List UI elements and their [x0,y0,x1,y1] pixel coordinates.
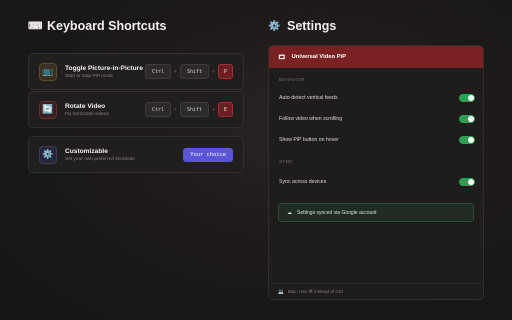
shortcuts-title-text: Keyboard Shortcuts [47,19,167,33]
cloud-icon: ☁ [287,209,292,216]
behavior-group-label: BEHAVIOR [279,77,305,82]
pip-window-icon: 🎞 [278,54,286,61]
panel-footer: 💻 Mac: Use ⌘ instead of Ctrl [269,283,483,299]
setting-row-follow: Follow video when scrolling [279,114,475,124]
setting-label: Follow video when scrolling [279,116,343,122]
key-shift: Shift [180,102,210,117]
setting-row-hover-button: Show PiP button on hover [279,135,475,145]
key-combo: Ctrl + Shift + E [145,102,233,117]
settings-section: ⚙️ Settings 🎞 Universal Video PiP BEHAVI… [268,18,484,300]
sync-status-banner: ☁ Settings synced via Google account [278,203,474,222]
sync-toggle[interactable] [459,178,475,186]
shortcut-subtitle: Fix horizontal videos [65,111,109,117]
rotate-icon: 🔄 [39,100,57,119]
shortcut-card-rotate: 🔄 Rotate Video Fix horizontal videos Ctr… [28,91,244,128]
shortcut-subtitle: Set your own preferred shortcuts [65,156,135,162]
shortcut-title: Rotate Video [65,102,106,110]
key-e: E [217,102,233,117]
settings-title-text: Settings [287,19,337,33]
auto-detect-toggle[interactable] [459,94,475,102]
plus-sign: + [212,106,215,113]
panel-header: 🎞 Universal Video PiP [269,46,483,68]
laptop-icon: 💻 [278,288,284,294]
setting-label: Show PiP button on hover [279,137,339,143]
key-ctrl: Ctrl [145,64,172,79]
shortcut-card-custom: ⚙️ Customizable Set your own preferred s… [28,136,244,173]
setting-label: Sync across devices [279,179,327,185]
keyboard-icon: ⌨ [28,20,43,32]
shortcut-subtitle: Start or stop PiP mode [65,73,114,79]
setting-label: Auto-detect vertical feeds [279,95,338,101]
gear-icon: ⚙️ [39,145,57,164]
tv-icon: 📺 [39,62,57,81]
gear-icon: ⚙️ [268,20,281,32]
key-p: P [217,64,233,79]
key-combo: Ctrl + Shift + P [145,64,233,79]
key-ctrl: Ctrl [145,102,172,117]
sync-group-label: SYNC [279,159,293,164]
settings-title: ⚙️ Settings [268,18,484,34]
hover-button-toggle[interactable] [459,136,475,144]
shortcuts-section: ⌨ Keyboard Shortcuts 📺 Toggle Picture-in… [28,18,244,173]
sync-status-text: Settings synced via Google account [297,209,377,216]
your-choice-button[interactable]: Your choice [183,147,233,162]
shortcut-title: Toggle Picture-in-Picture [65,64,143,72]
follow-scroll-toggle[interactable] [459,115,475,123]
plus-sign: + [212,68,215,75]
setting-row-auto-detect: Auto-detect vertical feeds [279,93,475,103]
plus-sign: + [174,106,177,113]
shortcut-card-pip: 📺 Toggle Picture-in-Picture Start or sto… [28,53,244,90]
footer-text: Mac: Use ⌘ instead of Ctrl [287,288,343,294]
plus-sign: + [174,68,177,75]
shortcuts-title: ⌨ Keyboard Shortcuts [28,18,244,34]
shortcut-title: Customizable [65,147,108,155]
panel-header-title: Universal Video PiP [291,54,346,60]
settings-panel: 🎞 Universal Video PiP BEHAVIOR Auto-dete… [268,45,484,300]
key-shift: Shift [180,64,210,79]
setting-row-sync: Sync across devices [279,177,475,187]
